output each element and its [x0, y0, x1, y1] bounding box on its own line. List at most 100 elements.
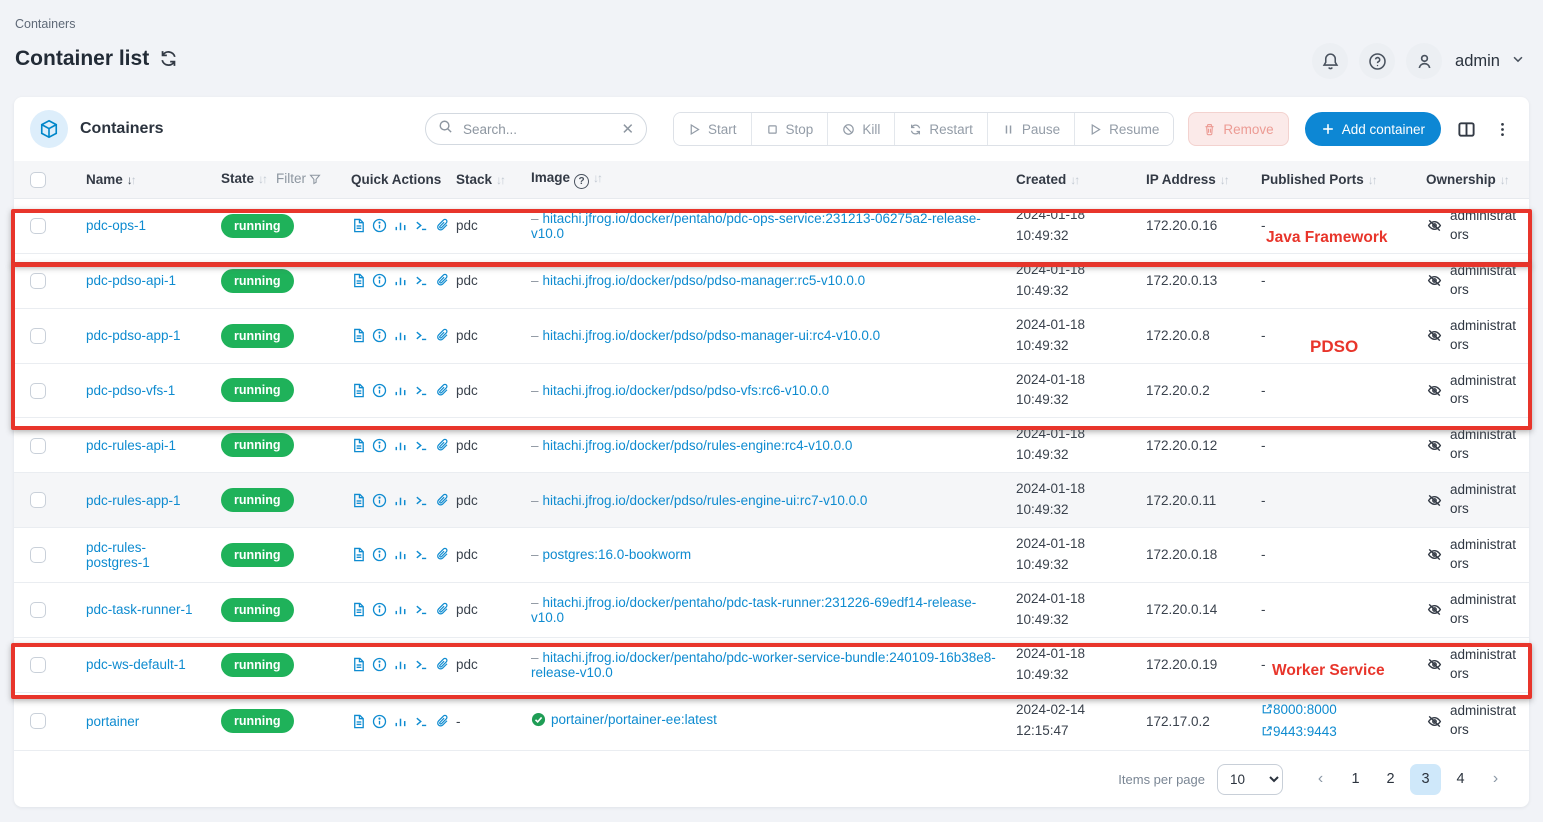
- container-name-link[interactable]: pdc-ws-default-1: [86, 657, 186, 672]
- inspect-info-icon[interactable]: [372, 602, 387, 617]
- console-icon[interactable]: [414, 602, 429, 617]
- port-link[interactable]: 9443:9443: [1261, 724, 1337, 739]
- stats-icon[interactable]: [393, 383, 408, 398]
- page-button-1[interactable]: 1: [1340, 764, 1371, 795]
- kebab-menu-icon[interactable]: [1492, 119, 1513, 140]
- column-header-ports[interactable]: Published Ports↓↑: [1249, 161, 1414, 199]
- items-per-page-select[interactable]: 10: [1217, 764, 1283, 795]
- attach-icon[interactable]: [435, 328, 450, 343]
- logs-icon[interactable]: [351, 438, 366, 453]
- container-name-link[interactable]: pdc-rules-postgres-1: [86, 540, 150, 570]
- breadcrumb[interactable]: Containers: [15, 17, 75, 31]
- resume-button[interactable]: Resume: [1075, 113, 1173, 145]
- column-header-state[interactable]: State↓↑Filter: [209, 161, 339, 199]
- attach-icon[interactable]: [435, 547, 450, 562]
- attach-icon[interactable]: [435, 657, 450, 672]
- container-name-link[interactable]: portainer: [86, 714, 139, 729]
- inspect-info-icon[interactable]: [372, 438, 387, 453]
- search-clear-icon[interactable]: ✕: [621, 120, 634, 138]
- row-checkbox[interactable]: [30, 383, 46, 399]
- column-header-created[interactable]: Created↓↑: [1004, 161, 1134, 199]
- prev-page-button[interactable]: ‹: [1305, 764, 1336, 795]
- row-checkbox[interactable]: [30, 547, 46, 563]
- console-icon[interactable]: [414, 657, 429, 672]
- page-button-4[interactable]: 4: [1445, 764, 1476, 795]
- username-label[interactable]: admin: [1455, 52, 1500, 71]
- logs-icon[interactable]: [351, 273, 366, 288]
- column-header-ip[interactable]: IP Address↓↑: [1134, 161, 1249, 199]
- chevron-down-icon[interactable]: [1511, 52, 1525, 71]
- pause-button[interactable]: Pause: [988, 113, 1075, 145]
- column-header-name[interactable]: Name↓↑: [74, 161, 209, 199]
- container-name-link[interactable]: pdc-pdso-api-1: [86, 273, 176, 288]
- refresh-icon[interactable]: [159, 49, 179, 69]
- console-icon[interactable]: [414, 493, 429, 508]
- console-icon[interactable]: [414, 328, 429, 343]
- row-checkbox[interactable]: [30, 218, 46, 234]
- stats-icon[interactable]: [393, 547, 408, 562]
- console-icon[interactable]: [414, 383, 429, 398]
- remove-button[interactable]: Remove: [1188, 112, 1288, 146]
- attach-icon[interactable]: [435, 218, 450, 233]
- inspect-info-icon[interactable]: [372, 657, 387, 672]
- logs-icon[interactable]: [351, 328, 366, 343]
- inspect-info-icon[interactable]: [372, 383, 387, 398]
- row-checkbox[interactable]: [30, 328, 46, 344]
- container-name-link[interactable]: pdc-task-runner-1: [86, 602, 193, 617]
- notifications-bell-icon[interactable]: [1312, 43, 1348, 79]
- inspect-info-icon[interactable]: [372, 547, 387, 562]
- logs-icon[interactable]: [351, 547, 366, 562]
- stats-icon[interactable]: [393, 218, 408, 233]
- row-checkbox[interactable]: [30, 713, 46, 729]
- select-all-checkbox[interactable]: [30, 172, 46, 188]
- next-page-button[interactable]: ›: [1480, 764, 1511, 795]
- row-checkbox[interactable]: [30, 438, 46, 454]
- start-button[interactable]: Start: [674, 113, 752, 145]
- restart-button[interactable]: Restart: [895, 113, 988, 145]
- console-icon[interactable]: [414, 547, 429, 562]
- stop-button[interactable]: Stop: [752, 113, 829, 145]
- stats-icon[interactable]: [393, 602, 408, 617]
- columns-settings-icon[interactable]: [1455, 118, 1478, 141]
- attach-icon[interactable]: [435, 714, 450, 729]
- logs-icon[interactable]: [351, 602, 366, 617]
- attach-icon[interactable]: [435, 273, 450, 288]
- logs-icon[interactable]: [351, 493, 366, 508]
- user-avatar-icon[interactable]: [1406, 43, 1442, 79]
- attach-icon[interactable]: [435, 438, 450, 453]
- stats-icon[interactable]: [393, 714, 408, 729]
- attach-icon[interactable]: [435, 493, 450, 508]
- page-button-3-current[interactable]: 3: [1410, 764, 1441, 795]
- row-checkbox[interactable]: [30, 602, 46, 618]
- container-name-link[interactable]: pdc-rules-api-1: [86, 438, 176, 453]
- container-name-link[interactable]: pdc-rules-app-1: [86, 493, 181, 508]
- logs-icon[interactable]: [351, 657, 366, 672]
- column-header-ownership[interactable]: Ownership↓↑: [1414, 161, 1529, 199]
- state-filter-button[interactable]: Filter: [276, 171, 321, 186]
- row-checkbox[interactable]: [30, 492, 46, 508]
- page-button-2[interactable]: 2: [1375, 764, 1406, 795]
- container-name-link[interactable]: pdc-pdso-app-1: [86, 328, 181, 343]
- inspect-info-icon[interactable]: [372, 493, 387, 508]
- column-header-stack[interactable]: Stack↓↑: [444, 161, 519, 199]
- column-header-image[interactable]: Image?↓↑: [519, 161, 1004, 199]
- row-checkbox[interactable]: [30, 657, 46, 673]
- port-link[interactable]: 8000:8000: [1261, 702, 1337, 717]
- search-input[interactable]: [461, 121, 613, 138]
- console-icon[interactable]: [414, 438, 429, 453]
- console-icon[interactable]: [414, 273, 429, 288]
- inspect-info-icon[interactable]: [372, 328, 387, 343]
- container-name-link[interactable]: pdc-pdso-vfs-1: [86, 383, 175, 398]
- attach-icon[interactable]: [435, 602, 450, 617]
- kill-button[interactable]: Kill: [828, 113, 895, 145]
- inspect-info-icon[interactable]: [372, 714, 387, 729]
- row-checkbox[interactable]: [30, 273, 46, 289]
- help-icon[interactable]: [1359, 43, 1395, 79]
- inspect-info-icon[interactable]: [372, 218, 387, 233]
- attach-icon[interactable]: [435, 383, 450, 398]
- logs-icon[interactable]: [351, 218, 366, 233]
- container-name-link[interactable]: pdc-ops-1: [86, 218, 146, 233]
- stats-icon[interactable]: [393, 273, 408, 288]
- stats-icon[interactable]: [393, 657, 408, 672]
- add-container-button[interactable]: Add container: [1305, 112, 1441, 146]
